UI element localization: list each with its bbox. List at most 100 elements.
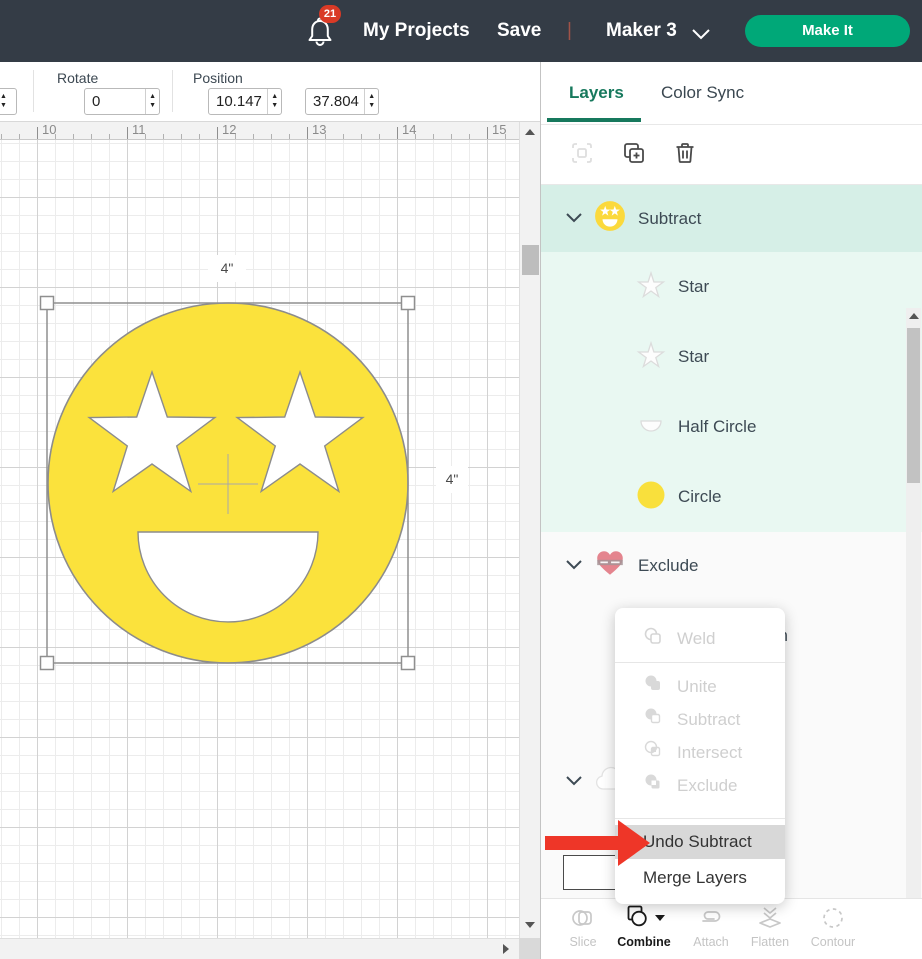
- ruler-tick-label: 10: [42, 122, 56, 137]
- combine-button[interactable]: Combine: [612, 903, 676, 949]
- weld-icon: [643, 626, 665, 653]
- menu-item-undo-subtract[interactable]: Undo Subtract: [615, 825, 785, 859]
- selection-handle-bottom-left[interactable]: [41, 657, 54, 670]
- menu-divider: [615, 818, 785, 819]
- menu-item-unite[interactable]: Unite: [615, 670, 785, 703]
- menu-label: Undo Subtract: [643, 832, 752, 852]
- scroll-down-icon[interactable]: [525, 922, 535, 928]
- canvas-vertical-scrollbar[interactable]: [519, 122, 540, 938]
- half-circle-outline-icon: [636, 410, 666, 445]
- rotate-input[interactable]: [85, 89, 145, 114]
- scroll-up-icon[interactable]: [525, 129, 535, 135]
- canvas-horizontal-scrollbar[interactable]: [0, 938, 519, 959]
- flatten-icon: [738, 903, 802, 933]
- select-all-icon[interactable]: [569, 140, 595, 166]
- panel-tabs: Layers Color Sync: [541, 62, 922, 125]
- nav-my-projects[interactable]: My Projects: [363, 0, 470, 62]
- toolbar-divider: [33, 70, 34, 112]
- star-outline-icon: [636, 340, 666, 375]
- trash-icon[interactable]: [672, 140, 698, 166]
- menu-divider: [615, 662, 785, 663]
- smiley-shape-group[interactable]: [0, 140, 519, 938]
- layer-row[interactable]: Circle: [541, 462, 922, 532]
- nav-divider: |: [567, 0, 572, 62]
- menu-item-merge-layers[interactable]: Merge Layers: [615, 859, 785, 897]
- slice-button[interactable]: Slice: [551, 903, 615, 949]
- menu-label: Weld: [677, 629, 715, 649]
- contour-label: Contour: [801, 935, 865, 949]
- chevron-down-icon[interactable]: [566, 773, 582, 791]
- attach-button[interactable]: Attach: [679, 903, 743, 949]
- yellow-circle-icon: [636, 480, 666, 515]
- contour-icon: [801, 903, 865, 933]
- position-y-input[interactable]: [306, 89, 364, 114]
- ruler-tick-label: 15: [492, 122, 506, 137]
- unite-icon: [643, 673, 665, 700]
- contour-button[interactable]: Contour: [801, 903, 865, 949]
- active-tab-underline: [547, 118, 641, 122]
- heart-thumbnail-icon: [594, 547, 626, 584]
- chevron-down-icon[interactable]: [566, 557, 582, 575]
- layer-row[interactable]: Half Circle: [541, 392, 922, 462]
- combine-icon: [624, 903, 650, 934]
- selection-handle-top-left[interactable]: [41, 297, 54, 310]
- width-dimension-label: 4": [208, 255, 246, 282]
- attach-label: Attach: [679, 935, 743, 949]
- position-x-stepper[interactable]: ▲▼: [208, 88, 282, 115]
- layer-label: Circle: [678, 487, 721, 507]
- menu-label: Exclude: [677, 776, 737, 796]
- attach-icon: [679, 903, 743, 933]
- position-label: Position: [193, 70, 243, 86]
- stepper-arrows-icon[interactable]: ▲▼: [0, 89, 16, 114]
- rotate-stepper[interactable]: ▲▼: [84, 88, 160, 115]
- stepper-arrows-icon[interactable]: ▲▼: [145, 89, 159, 114]
- horizontal-ruler: 10 11 12 13 14 15: [0, 122, 519, 140]
- tab-layers[interactable]: Layers: [569, 62, 624, 124]
- combine-label: Combine: [612, 935, 676, 949]
- nav-save[interactable]: Save: [497, 0, 541, 62]
- top-bar: 21 My Projects Save | Maker 3 Make It: [0, 0, 922, 62]
- toolbar-divider: [172, 70, 173, 112]
- menu-item-weld[interactable]: Weld: [615, 616, 785, 662]
- menu-label: Intersect: [677, 743, 742, 763]
- star-outline-icon: [636, 270, 666, 305]
- chevron-down-icon[interactable]: [566, 210, 582, 228]
- panel-scrollbar[interactable]: [906, 308, 921, 959]
- selection-handle-bottom-right[interactable]: [402, 657, 415, 670]
- make-it-button[interactable]: Make It: [745, 15, 910, 47]
- combine-context-menu: Weld Unite Subtract: [615, 608, 785, 904]
- stepper-arrows-icon[interactable]: ▲▼: [364, 89, 378, 114]
- flatten-button[interactable]: Flatten: [738, 903, 802, 949]
- tab-color-sync[interactable]: Color Sync: [661, 62, 744, 124]
- chevron-down-icon[interactable]: [692, 27, 710, 45]
- duplicate-icon[interactable]: [621, 140, 647, 166]
- slice-label: Slice: [551, 935, 615, 949]
- position-y-stepper[interactable]: ▲▼: [305, 88, 379, 115]
- flatten-label: Flatten: [738, 935, 802, 949]
- layer-row[interactable]: Star: [541, 252, 922, 322]
- menu-label: Merge Layers: [643, 868, 747, 888]
- menu-label: Subtract: [677, 710, 740, 730]
- menu-item-subtract[interactable]: Subtract: [615, 703, 785, 736]
- scrollbar-thumb[interactable]: [522, 245, 539, 275]
- layer-row[interactable]: Star: [541, 322, 922, 392]
- scroll-right-icon[interactable]: [503, 944, 509, 954]
- size-stepper-partial[interactable]: ▲▼: [0, 88, 17, 115]
- layer-label: Star: [678, 277, 709, 297]
- layer-group-subtract[interactable]: Subtract: [541, 185, 922, 252]
- machine-selector[interactable]: Maker 3: [606, 0, 677, 62]
- layer-group-exclude[interactable]: Exclude: [541, 532, 922, 599]
- menu-item-exclude[interactable]: Exclude: [615, 769, 785, 802]
- selection-handle-top-right[interactable]: [402, 297, 415, 310]
- stepper-arrows-icon[interactable]: ▲▼: [267, 89, 281, 114]
- subtract-children: Star Star Half Circle: [541, 252, 922, 532]
- layer-group-label: Exclude: [638, 556, 698, 576]
- smiley-thumbnail-icon: [594, 200, 626, 237]
- app-window: 21 My Projects Save | Maker 3 Make It ▲▼…: [0, 0, 922, 959]
- design-canvas[interactable]: 10 11 12 13 14 15 4" 4": [0, 122, 540, 959]
- edit-toolbar: ▲▼ Rotate ▲▼ Position X ▲▼ Y ▲▼: [0, 62, 540, 122]
- scroll-up-icon[interactable]: [909, 313, 919, 319]
- menu-item-intersect[interactable]: Intersect: [615, 736, 785, 769]
- position-x-input[interactable]: [209, 89, 267, 114]
- scrollbar-thumb[interactable]: [907, 328, 920, 483]
